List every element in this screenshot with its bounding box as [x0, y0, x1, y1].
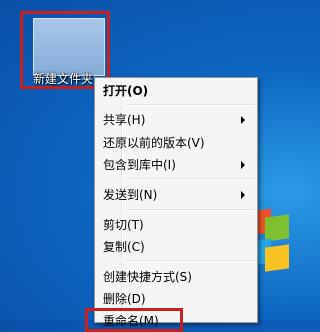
menu-item-label: 共享(H) [103, 113, 146, 127]
submenu-arrow-icon [241, 116, 245, 124]
menu-item-send-to[interactable]: 发送到(N) [97, 185, 255, 205]
menu-item-restore-previous-versions[interactable]: 还原以前的版本(V) [97, 133, 255, 153]
menu-item-copy[interactable]: 复制(C) [97, 237, 255, 257]
menu-item-delete[interactable]: 删除(D) [97, 289, 255, 309]
menu-item-label: 包含到库中(I) [103, 158, 176, 172]
menu-item-label: 还原以前的版本(V) [103, 136, 205, 150]
rename-highlight-box [85, 308, 183, 332]
menu-separator [125, 178, 255, 180]
menu-item-label: 删除(D) [103, 292, 146, 306]
menu-separator [125, 209, 255, 211]
menu-item-share[interactable]: 共享(H) [97, 110, 255, 130]
menu-item-label: 打开(O) [103, 84, 149, 98]
menu-item-cut[interactable]: 剪切(T) [97, 215, 255, 235]
folder-icon [33, 18, 105, 76]
submenu-arrow-icon [241, 161, 245, 169]
menu-item-open[interactable]: 打开(O) [97, 81, 255, 101]
context-menu: 打开(O) 共享(H) 还原以前的版本(V) 包含到库中(I) 发送到(N) 剪… [85, 77, 258, 332]
menu-item-label: 复制(C) [103, 240, 145, 254]
menu-item-rename[interactable]: 重命名(M) [85, 308, 255, 332]
menu-item-label: 创建快捷方式(S) [103, 270, 192, 284]
menu-separator [125, 104, 255, 106]
menu-item-label: 剪切(T) [103, 218, 144, 232]
menu-item-label: 发送到(N) [103, 188, 158, 202]
desktop: 新建文件夹 打开(O) 共享(H) 还原以前的版本(V) 包含到库中(I) 发送… [0, 0, 289, 332]
menu-separator [125, 260, 255, 262]
submenu-arrow-icon [241, 191, 245, 199]
menu-item-include-in-library[interactable]: 包含到库中(I) [97, 155, 255, 175]
menu-item-create-shortcut[interactable]: 创建快捷方式(S) [97, 267, 255, 287]
